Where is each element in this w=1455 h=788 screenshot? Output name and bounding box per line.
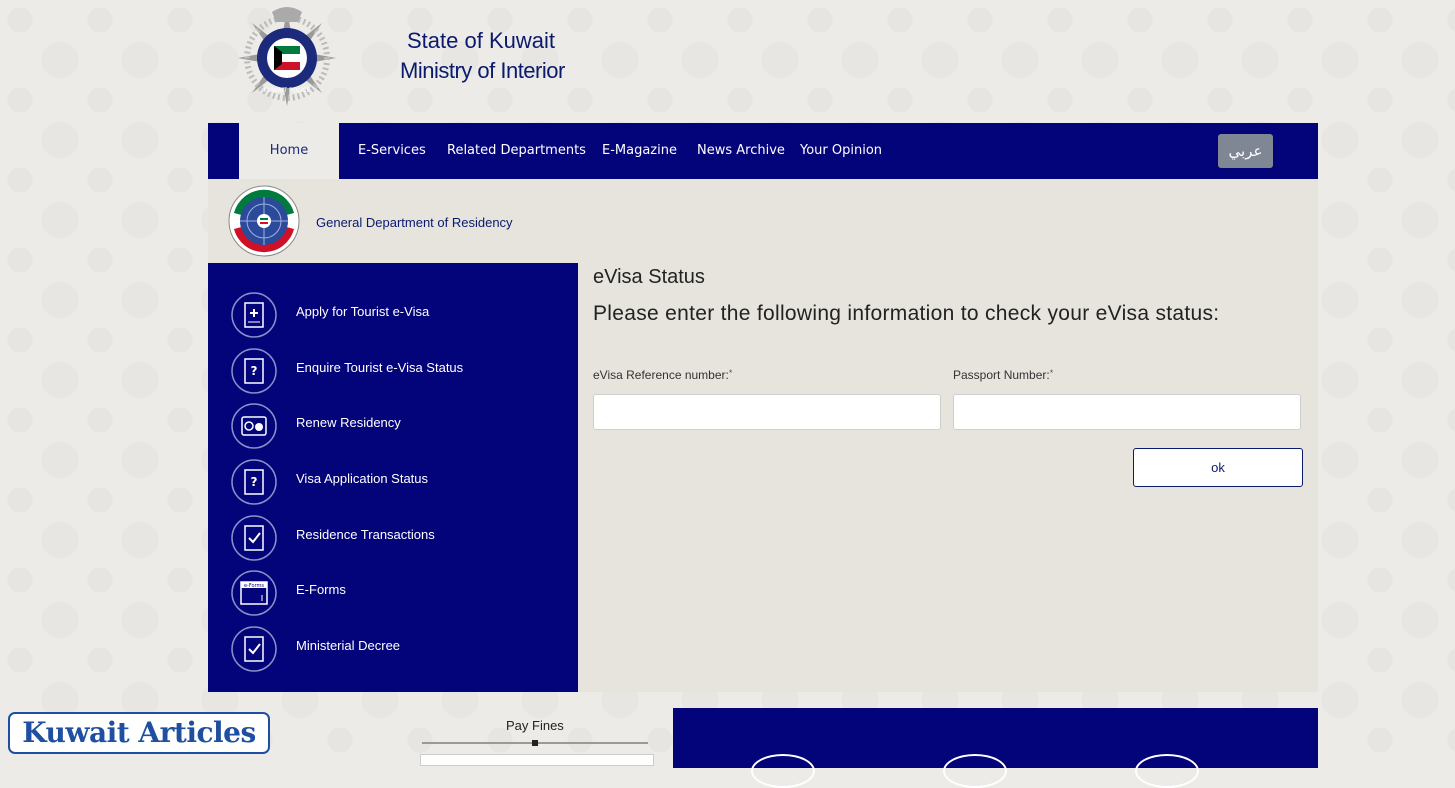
services-sidebar: Apply for Tourist e-Visa ? Enquire Touri… xyxy=(208,263,578,692)
required-mark: * xyxy=(728,368,733,378)
ref-number-label: eVisa Reference number:* xyxy=(593,368,733,382)
kuwait-articles-watermark: Kuwait Articles xyxy=(8,712,270,754)
sidebar-item-apply-tourist-evisa[interactable]: Apply for Tourist e-Visa xyxy=(230,289,560,339)
service-circle-icon[interactable] xyxy=(751,754,815,788)
sidebar-item-label: E-Forms xyxy=(296,582,346,597)
language-toggle-button[interactable]: عربي xyxy=(1218,134,1273,168)
sidebar-item-label: Visa Application Status xyxy=(296,471,429,486)
sidebar-item-ministerial-decree[interactable]: Ministerial Decree xyxy=(230,623,560,673)
ministerial-decree-icon xyxy=(230,625,278,673)
ministry-title: State of Kuwait Ministry of Interior xyxy=(400,28,565,84)
sidebar-item-enquire-evisa-status[interactable]: ? Enquire Tourist e-Visa Status xyxy=(230,345,560,395)
sidebar-item-e-forms[interactable]: e-Forms E-Forms xyxy=(230,567,560,617)
nav-related-departments[interactable]: Related Departments xyxy=(447,123,586,179)
form-instructions: Please enter the following information t… xyxy=(593,302,1220,325)
nav-news-archive[interactable]: News Archive xyxy=(697,123,785,179)
ref-number-input[interactable] xyxy=(593,394,941,430)
residency-department-logo xyxy=(228,185,300,257)
residence-transactions-icon xyxy=(230,514,278,562)
passport-number-input[interactable] xyxy=(953,394,1301,430)
required-mark: * xyxy=(1049,368,1054,378)
pay-fines-marker xyxy=(532,740,538,746)
pay-fines-input[interactable] xyxy=(420,754,654,766)
sidebar-item-renew-residency[interactable]: Renew Residency xyxy=(230,400,560,450)
sidebar-item-visa-application-status[interactable]: ? Visa Application Status xyxy=(230,456,560,506)
nav-home[interactable]: Home xyxy=(239,123,339,179)
department-title: General Department of Residency xyxy=(316,215,513,230)
main-navbar: Home E-Services Related Departments E-Ma… xyxy=(208,123,1318,179)
nav-your-opinion[interactable]: Your Opinion xyxy=(800,123,882,179)
enquire-status-icon: ? xyxy=(230,347,278,395)
nav-e-magazine[interactable]: E-Magazine xyxy=(602,123,677,179)
sidebar-item-label: Apply for Tourist e-Visa xyxy=(296,304,430,319)
sidebar-item-residence-transactions[interactable]: Residence Transactions xyxy=(230,512,560,562)
apply-visa-icon xyxy=(230,291,278,339)
svg-text:?: ? xyxy=(251,475,258,489)
service-circle-icon[interactable] xyxy=(943,754,1007,788)
visa-status-icon: ? xyxy=(230,458,278,506)
sidebar-item-label: Renew Residency xyxy=(296,415,401,430)
svg-text:e-Forms: e-Forms xyxy=(244,583,264,589)
service-circle-icon[interactable] xyxy=(1135,754,1199,788)
renew-residency-icon xyxy=(230,402,278,450)
pay-fines-title: Pay Fines xyxy=(506,718,564,733)
passport-number-label: Passport Number:* xyxy=(953,368,1054,382)
form-title: eVisa Status xyxy=(593,266,705,288)
eforms-icon: e-Forms xyxy=(230,569,278,617)
nav-e-services[interactable]: E-Services xyxy=(358,123,426,179)
svg-text:KUWAIT POLICE: KUWAIT POLICE xyxy=(264,87,311,94)
sidebar-item-label: Enquire Tourist e-Visa Status xyxy=(296,360,464,375)
sidebar-item-label: Residence Transactions xyxy=(296,527,435,542)
svg-text:?: ? xyxy=(251,364,258,378)
sidebar-item-label: Ministerial Decree xyxy=(296,638,401,653)
state-of-kuwait: State of Kuwait xyxy=(407,28,555,53)
bottom-services-bar xyxy=(673,708,1318,788)
kuwait-police-emblem: KUWAIT POLICE xyxy=(232,2,342,114)
ok-button[interactable]: ok xyxy=(1133,448,1303,487)
content-panel: General Department of Residency Apply fo… xyxy=(208,179,1318,692)
ministry-of-interior: Ministry of Interior xyxy=(400,58,565,83)
